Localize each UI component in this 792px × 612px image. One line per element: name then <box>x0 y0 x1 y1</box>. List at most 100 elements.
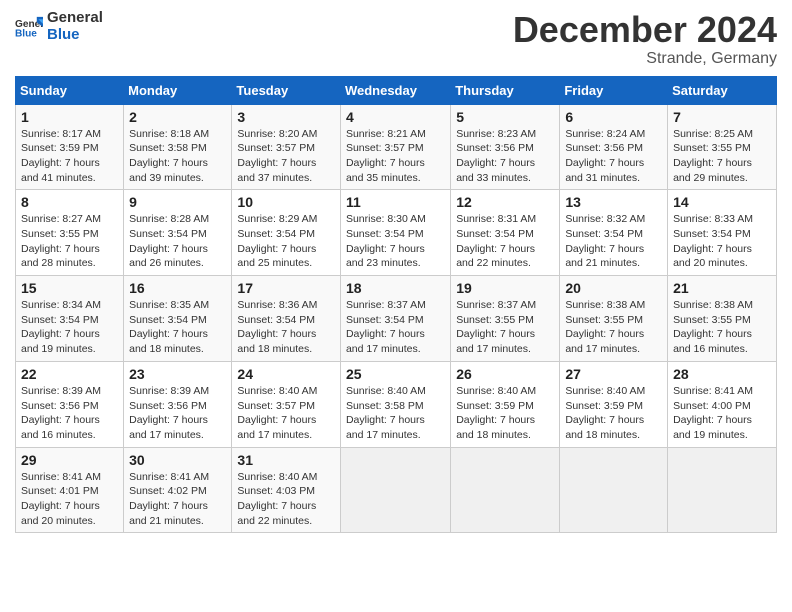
calendar-cell: 8 Sunrise: 8:27 AMSunset: 3:55 PMDaylight… <box>16 190 124 276</box>
day-number: 26 <box>456 366 554 382</box>
day-info: Sunrise: 8:36 AMSunset: 3:54 PMDaylight:… <box>237 298 335 357</box>
calendar-cell: 5 Sunrise: 8:23 AMSunset: 3:56 PMDaylight… <box>451 104 560 190</box>
day-number: 2 <box>129 109 226 125</box>
calendar-cell: 25Sunrise: 8:40 AMSunset: 3:58 PMDayligh… <box>340 361 450 447</box>
calendar-header: SundayMondayTuesdayWednesdayThursdayFrid… <box>16 76 777 104</box>
svg-text:Blue: Blue <box>15 28 37 39</box>
calendar-cell: 30 Sunrise: 8:41 AMSunset: 4:02 PMDayligh… <box>124 447 232 533</box>
day-info: Sunrise: 8:41 AMSunset: 4:02 PMDaylight:… <box>129 470 226 529</box>
day-number: 19 <box>456 280 554 296</box>
calendar-cell: 16 Sunrise: 8:35 AMSunset: 3:54 PMDayligh… <box>124 276 232 362</box>
day-number: 30 <box>129 452 226 468</box>
day-info: Sunrise: 8:18 AMSunset: 3:58 PMDaylight:… <box>129 127 226 186</box>
title-section: December 2024 Strande, Germany <box>513 10 777 68</box>
calendar-cell: 3 Sunrise: 8:20 AMSunset: 3:57 PMDaylight… <box>232 104 341 190</box>
day-info: Sunrise: 8:23 AMSunset: 3:56 PMDaylight:… <box>456 127 554 186</box>
calendar-cell: 24 Sunrise: 8:40 AMSunset: 3:57 PMDayligh… <box>232 361 341 447</box>
calendar-cell <box>451 447 560 533</box>
day-number: 27 <box>565 366 662 382</box>
day-info: Sunrise: 8:40 AMSunset: 3:59 PMDaylight:… <box>565 384 662 443</box>
calendar-title: December 2024 <box>513 10 777 50</box>
calendar-cell: 23Sunrise: 8:39 AMSunset: 3:56 PMDayligh… <box>124 361 232 447</box>
day-info: Sunrise: 8:37 AMSunset: 3:54 PMDaylight:… <box>346 298 445 357</box>
weekday-header-sunday: Sunday <box>16 76 124 104</box>
day-number: 11 <box>346 194 445 210</box>
logo-line1: General <box>47 10 103 27</box>
day-number: 10 <box>237 194 335 210</box>
day-number: 5 <box>456 109 554 125</box>
calendar-cell: 22Sunrise: 8:39 AMSunset: 3:56 PMDayligh… <box>16 361 124 447</box>
day-number: 31 <box>237 452 335 468</box>
weekday-header-thursday: Thursday <box>451 76 560 104</box>
day-number: 24 <box>237 366 335 382</box>
day-number: 17 <box>237 280 335 296</box>
day-number: 6 <box>565 109 662 125</box>
day-info: Sunrise: 8:38 AMSunset: 3:55 PMDaylight:… <box>565 298 662 357</box>
calendar-week-1: 1 Sunrise: 8:17 AMSunset: 3:59 PMDaylight… <box>16 104 777 190</box>
day-number: 23 <box>129 366 226 382</box>
day-number: 8 <box>21 194 118 210</box>
day-info: Sunrise: 8:35 AMSunset: 3:54 PMDaylight:… <box>129 298 226 357</box>
calendar-subtitle: Strande, Germany <box>513 50 777 68</box>
calendar-cell: 13 Sunrise: 8:32 AMSunset: 3:54 PMDayligh… <box>560 190 668 276</box>
day-info: Sunrise: 8:40 AMSunset: 3:57 PMDaylight:… <box>237 384 335 443</box>
day-info: Sunrise: 8:38 AMSunset: 3:55 PMDaylight:… <box>673 298 771 357</box>
calendar-body: 1 Sunrise: 8:17 AMSunset: 3:59 PMDaylight… <box>16 104 777 533</box>
calendar-cell: 29Sunrise: 8:41 AMSunset: 4:01 PMDayligh… <box>16 447 124 533</box>
day-info: Sunrise: 8:32 AMSunset: 3:54 PMDaylight:… <box>565 212 662 271</box>
day-info: Sunrise: 8:40 AMSunset: 4:03 PMDaylight:… <box>237 470 335 529</box>
calendar-week-3: 15 Sunrise: 8:34 AMSunset: 3:54 PMDayligh… <box>16 276 777 362</box>
calendar-cell: 2 Sunrise: 8:18 AMSunset: 3:58 PMDaylight… <box>124 104 232 190</box>
calendar-cell <box>668 447 777 533</box>
logo-line2: Blue <box>47 27 103 44</box>
day-number: 20 <box>565 280 662 296</box>
calendar-cell: 27 Sunrise: 8:40 AMSunset: 3:59 PMDayligh… <box>560 361 668 447</box>
day-info: Sunrise: 8:17 AMSunset: 3:59 PMDaylight:… <box>21 127 118 186</box>
calendar-cell: 18 Sunrise: 8:37 AMSunset: 3:54 PMDayligh… <box>340 276 450 362</box>
calendar-cell <box>560 447 668 533</box>
calendar-cell: 28Sunrise: 8:41 AMSunset: 4:00 PMDayligh… <box>668 361 777 447</box>
day-number: 1 <box>21 109 118 125</box>
calendar-cell: 7Sunrise: 8:25 AMSunset: 3:55 PMDaylight… <box>668 104 777 190</box>
day-info: Sunrise: 8:20 AMSunset: 3:57 PMDaylight:… <box>237 127 335 186</box>
weekday-header-tuesday: Tuesday <box>232 76 341 104</box>
day-info: Sunrise: 8:29 AMSunset: 3:54 PMDaylight:… <box>237 212 335 271</box>
calendar-cell: 15 Sunrise: 8:34 AMSunset: 3:54 PMDayligh… <box>16 276 124 362</box>
day-number: 22 <box>21 366 118 382</box>
day-number: 21 <box>673 280 771 296</box>
day-number: 18 <box>346 280 445 296</box>
calendar-cell: 20 Sunrise: 8:38 AMSunset: 3:55 PMDayligh… <box>560 276 668 362</box>
calendar-cell: 12Sunrise: 8:31 AMSunset: 3:54 PMDayligh… <box>451 190 560 276</box>
day-info: Sunrise: 8:40 AMSunset: 3:59 PMDaylight:… <box>456 384 554 443</box>
calendar-cell <box>340 447 450 533</box>
day-info: Sunrise: 8:25 AMSunset: 3:55 PMDaylight:… <box>673 127 771 186</box>
header: General Blue General Blue December 2024 … <box>15 10 777 68</box>
day-info: Sunrise: 8:34 AMSunset: 3:54 PMDaylight:… <box>21 298 118 357</box>
calendar-cell: 14Sunrise: 8:33 AMSunset: 3:54 PMDayligh… <box>668 190 777 276</box>
calendar-week-2: 8 Sunrise: 8:27 AMSunset: 3:55 PMDaylight… <box>16 190 777 276</box>
day-info: Sunrise: 8:33 AMSunset: 3:54 PMDaylight:… <box>673 212 771 271</box>
day-number: 28 <box>673 366 771 382</box>
weekday-header-monday: Monday <box>124 76 232 104</box>
calendar-cell: 31 Sunrise: 8:40 AMSunset: 4:03 PMDayligh… <box>232 447 341 533</box>
day-number: 3 <box>237 109 335 125</box>
calendar-cell: 11Sunrise: 8:30 AMSunset: 3:54 PMDayligh… <box>340 190 450 276</box>
calendar-cell: 6Sunrise: 8:24 AMSunset: 3:56 PMDaylight… <box>560 104 668 190</box>
calendar-cell: 10 Sunrise: 8:29 AMSunset: 3:54 PMDayligh… <box>232 190 341 276</box>
calendar-cell: 4 Sunrise: 8:21 AMSunset: 3:57 PMDaylight… <box>340 104 450 190</box>
day-info: Sunrise: 8:21 AMSunset: 3:57 PMDaylight:… <box>346 127 445 186</box>
day-number: 29 <box>21 452 118 468</box>
day-number: 4 <box>346 109 445 125</box>
calendar-cell: 19 Sunrise: 8:37 AMSunset: 3:55 PMDayligh… <box>451 276 560 362</box>
calendar-week-5: 29Sunrise: 8:41 AMSunset: 4:01 PMDayligh… <box>16 447 777 533</box>
day-info: Sunrise: 8:27 AMSunset: 3:55 PMDaylight:… <box>21 212 118 271</box>
day-number: 16 <box>129 280 226 296</box>
day-number: 9 <box>129 194 226 210</box>
weekday-header-saturday: Saturday <box>668 76 777 104</box>
day-number: 13 <box>565 194 662 210</box>
logo-icon: General Blue <box>15 13 43 41</box>
day-info: Sunrise: 8:37 AMSunset: 3:55 PMDaylight:… <box>456 298 554 357</box>
calendar-cell: 17 Sunrise: 8:36 AMSunset: 3:54 PMDayligh… <box>232 276 341 362</box>
day-number: 15 <box>21 280 118 296</box>
calendar-cell: 1 Sunrise: 8:17 AMSunset: 3:59 PMDaylight… <box>16 104 124 190</box>
